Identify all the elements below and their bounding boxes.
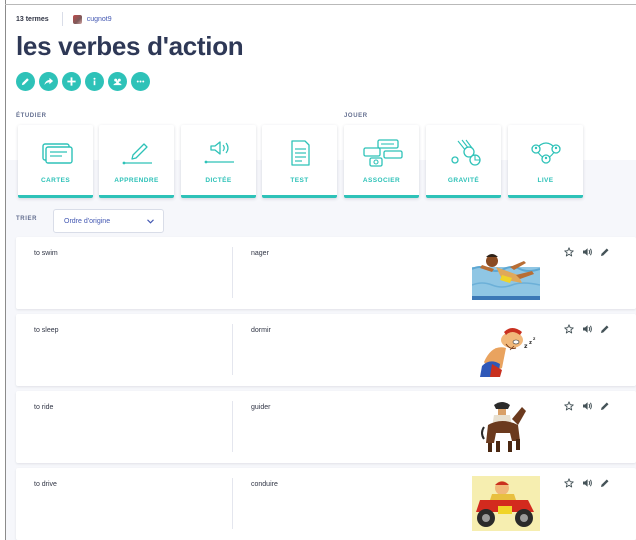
- audio-button[interactable]: [581, 477, 593, 489]
- horse-rider-image: [472, 399, 540, 454]
- edit-icon: [21, 78, 29, 86]
- star-button[interactable]: [563, 477, 575, 489]
- edit-term-button[interactable]: [599, 477, 611, 489]
- term-card: to drive conduire: [16, 468, 636, 540]
- share-button[interactable]: [39, 72, 58, 91]
- mode-live[interactable]: LIVE: [508, 125, 583, 198]
- star-button[interactable]: [563, 323, 575, 335]
- sort-dropdown[interactable]: Ordre d'origine: [53, 209, 164, 233]
- mode-test[interactable]: TEST: [262, 125, 337, 198]
- audio-button[interactable]: [581, 400, 593, 412]
- mode-label: CARTES: [40, 177, 71, 184]
- audio-button[interactable]: [581, 323, 593, 335]
- term-count: 13 termes: [16, 15, 49, 23]
- term-word: to sleep: [34, 327, 59, 334]
- learn-icon: [122, 143, 152, 165]
- edit-term-button[interactable]: [599, 246, 611, 258]
- pencil-icon: [601, 402, 609, 410]
- info-icon: [93, 77, 96, 86]
- star-icon: [564, 478, 574, 488]
- mode-label: TEST: [290, 177, 309, 184]
- add-to-class-button[interactable]: [108, 72, 127, 91]
- username-link[interactable]: cugnot9: [87, 16, 112, 23]
- mode-label: ASSOCIER: [362, 177, 401, 184]
- mode-apprendre[interactable]: APPRENDRE: [99, 125, 174, 198]
- user-avatar[interactable]: [72, 14, 82, 24]
- star-button[interactable]: [563, 400, 575, 412]
- mode-label: GRAVITÉ: [447, 177, 480, 184]
- pencil-icon: [601, 479, 609, 487]
- mode-label: APPRENDRE: [114, 177, 159, 184]
- term-definition: dormir: [251, 327, 271, 334]
- gravity-icon: [450, 139, 481, 166]
- set-meta: 13 termes cugnot9: [16, 11, 112, 27]
- speaker-icon: [582, 402, 592, 410]
- car-driver-image: [472, 476, 540, 531]
- term-word: to drive: [34, 481, 57, 488]
- pencil-icon: [601, 248, 609, 256]
- edit-term-button[interactable]: [599, 400, 611, 412]
- svg-text:z: z: [524, 343, 528, 350]
- term-word: to swim: [34, 250, 58, 257]
- audio-button[interactable]: [581, 246, 593, 258]
- mode-label: LIVE: [537, 177, 554, 184]
- term-card: to ride guider: [16, 391, 636, 463]
- set-title: les verbes d'action: [16, 31, 244, 61]
- mode-gravite[interactable]: GRAVITÉ: [426, 125, 501, 198]
- card-divider: [232, 324, 233, 375]
- set-actions: [16, 72, 150, 91]
- study-modes: CARTES APPRENDRE DICTÉE TEST ASSOCIER GR…: [18, 125, 636, 205]
- add-button[interactable]: [62, 72, 81, 91]
- speaker-icon: [582, 248, 592, 256]
- flashcards-icon: [41, 143, 73, 164]
- speaker-icon: [582, 325, 592, 333]
- star-button[interactable]: [563, 246, 575, 258]
- mode-cartes[interactable]: CARTES: [18, 125, 93, 198]
- term-definition: guider: [251, 404, 271, 411]
- sort-label: TRIER: [16, 216, 37, 222]
- chevron-down-icon: [147, 219, 154, 224]
- card-tools: [563, 477, 611, 489]
- term-card: to swim nager: [16, 237, 636, 309]
- more-icon: [136, 80, 145, 83]
- term-word: to ride: [34, 404, 54, 411]
- mode-label: DICTÉE: [205, 177, 232, 184]
- star-icon: [564, 401, 574, 411]
- test-icon: [290, 140, 310, 166]
- mode-associer[interactable]: ASSOCIER: [344, 125, 419, 198]
- page: 13 termes cugnot9 les verbes d'action ÉT…: [6, 5, 636, 540]
- card-tools: [563, 400, 611, 412]
- dictation-icon: [204, 141, 234, 164]
- sleeping-person-image: z z z: [472, 322, 540, 377]
- star-icon: [564, 247, 574, 257]
- svg-text:z: z: [529, 340, 532, 346]
- card-tools: [563, 246, 611, 258]
- pencil-icon: [601, 325, 609, 333]
- speaker-icon: [582, 479, 592, 487]
- card-divider: [232, 247, 233, 298]
- add-icon: [67, 77, 76, 86]
- card-divider: [232, 401, 233, 452]
- card-divider: [232, 478, 233, 529]
- edit-button[interactable]: [16, 72, 35, 91]
- match-icon: [362, 139, 403, 167]
- meta-divider: [61, 12, 63, 26]
- term-card: to sleep dormir z z z: [16, 314, 636, 386]
- term-definition: conduire: [251, 481, 278, 488]
- share-icon: [44, 77, 54, 86]
- more-button[interactable]: [131, 72, 150, 91]
- class-icon: [113, 78, 122, 86]
- sort-value: Ordre d'origine: [64, 217, 111, 225]
- star-icon: [564, 324, 574, 334]
- term-definition: nager: [251, 250, 269, 257]
- play-section-label: JOUER: [344, 113, 368, 119]
- edit-term-button[interactable]: [599, 323, 611, 335]
- card-tools: [563, 323, 611, 335]
- mode-dictee[interactable]: DICTÉE: [181, 125, 256, 198]
- study-section-label: ÉTUDIER: [16, 113, 47, 119]
- info-button[interactable]: [85, 72, 104, 91]
- live-icon: [530, 142, 561, 164]
- swimmer-image: [472, 245, 540, 300]
